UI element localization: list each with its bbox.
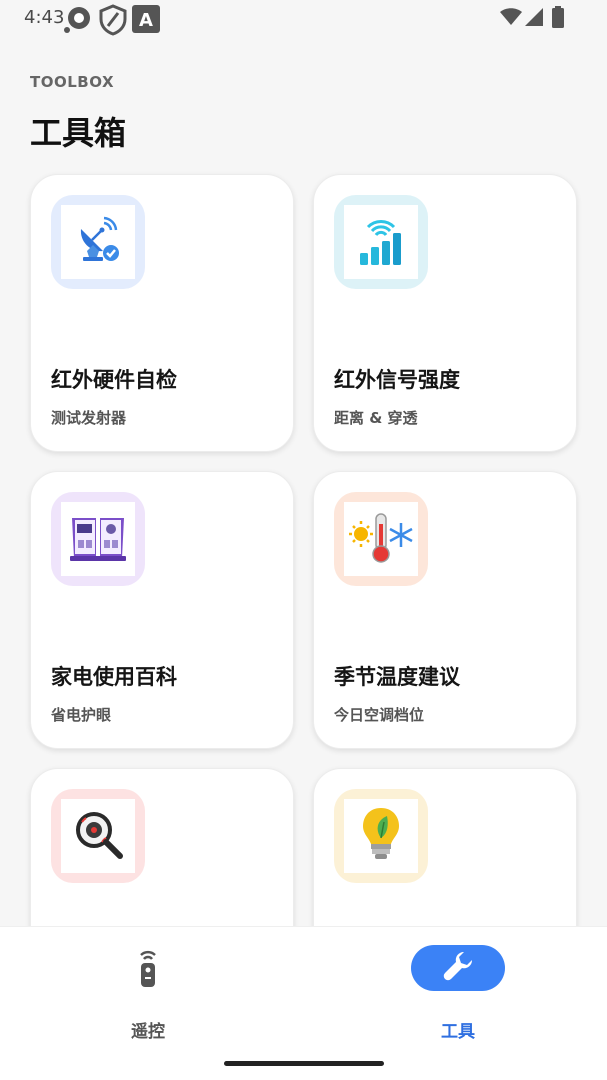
tool-card-title: 红外硬件自检 [51,368,177,392]
satellite-dish-icon [73,215,123,269]
icon-inner [61,502,135,576]
tool-card-title: 季节温度建议 [334,665,460,689]
nav-item-remote[interactable]: 遥控 [78,945,218,1042]
tool-card-title: 家电使用百科 [51,665,177,689]
icon-inner [344,502,418,576]
tool-card-ir-signal-strength[interactable]: 红外信号强度 距离 & 穿透 [313,174,577,452]
tool-card-ir-self-test[interactable]: 红外硬件自检 测试发射器 [30,174,294,452]
icon-tile [334,195,428,289]
tool-card-subtitle: 距离 & 穿透 [334,409,418,427]
icon-inner [61,205,135,279]
tool-card-title: 红外信号强度 [334,368,460,392]
screen: 4:43 A TOOLBOX 工具箱 红外硬件自检 测试发射器 红外信号强度 距… [0,0,607,1080]
tool-card-subtitle: 今日空调档位 [334,706,425,724]
nav-label-tools: 工具 [441,1022,475,1042]
tool-grid: 红外硬件自检 测试发射器 红外信号强度 距离 & 穿透 家电使用百科 省电护眼 … [0,0,607,1080]
icon-inner [344,205,418,279]
wrench-icon [442,950,474,986]
nav-item-tools[interactable]: 工具 [388,945,528,1042]
tool-card-subtitle: 省电护眼 [51,706,112,724]
icon-tile [51,789,145,883]
signal-strength-icon [354,213,408,271]
icon-inner [61,799,135,873]
appliance-book-icon [68,510,128,568]
lightbulb-icon [359,806,403,866]
nav-label-remote: 遥控 [131,1022,165,1042]
tool-card-season-temperature[interactable]: 季节温度建议 今日空调档位 [313,471,577,749]
bottom-nav: 遥控 工具 [0,926,607,1080]
magnifier-icon [72,808,124,864]
icon-tile [51,195,145,289]
icon-tile [51,492,145,586]
icon-tile [334,789,428,883]
remote-control-icon [133,949,163,993]
home-indicator[interactable] [224,1061,384,1066]
icon-inner [344,799,418,873]
tool-card-appliance-wiki[interactable]: 家电使用百科 省电护眼 [30,471,294,749]
icon-tile [334,492,428,586]
thermometer-icon [349,510,413,568]
tool-card-subtitle: 测试发射器 [51,409,127,427]
nav-active-pill [411,945,505,991]
